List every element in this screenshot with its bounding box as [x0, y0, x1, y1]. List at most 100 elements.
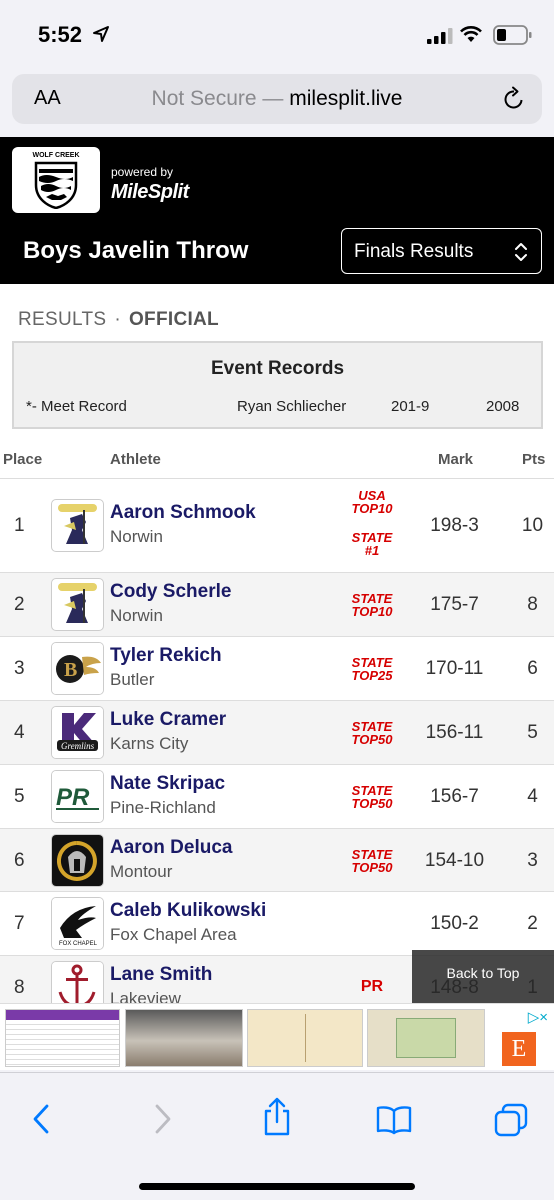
results-label: RESULTS [18, 309, 107, 330]
team-name-link[interactable]: Montour [110, 862, 172, 882]
ad-thumb-table[interactable] [5, 1009, 120, 1067]
athlete-name-link[interactable]: Aaron Schmook [110, 502, 256, 524]
etsy-logo[interactable]: E [502, 1032, 536, 1066]
col-header-place[interactable]: Place [3, 451, 42, 468]
address-bar[interactable]: AA Not Secure — milesplit.live [12, 74, 542, 124]
badge-line: PR [360, 978, 384, 995]
event-records-box: Event Records *- Meet Record Ryan Schlie… [12, 341, 543, 429]
athlete-name-link[interactable]: Cody Scherle [110, 581, 231, 603]
table-row[interactable]: 4 Gremlins Luke Cramer Karns City STATE TOP50… [0, 700, 554, 764]
mark-cell: 170-11 [425, 658, 484, 679]
mark-cell: 156-7 [430, 786, 479, 807]
points-cell: 6 [527, 658, 538, 679]
mark-cell: 156-11 [425, 722, 484, 743]
ranking-badge[interactable]: STATE TOP50 [345, 720, 399, 746]
milesplit-logo[interactable]: MileSplit [111, 181, 189, 204]
results-status: RESULTS · OFFICIAL [18, 309, 219, 330]
badge-line: TOP10 [351, 604, 393, 619]
team-name-link[interactable]: Lakeview [110, 989, 181, 1003]
ad-thumb-room[interactable] [125, 1009, 243, 1067]
table-row[interactable]: 3 B Tyler Rekich Butler STATE TOP25 170-11 6 [0, 636, 554, 700]
back-to-top-button[interactable]: Back to Top [412, 950, 554, 1003]
cellular-signal-icon [427, 28, 453, 44]
table-row[interactable]: 7 FOX CHAPEL Caleb Kulikowski Fox Chapel Ar… [0, 891, 554, 955]
badge-line: TOP10 [351, 501, 393, 516]
reload-icon[interactable] [502, 86, 526, 112]
svg-text:FOX CHAPEL: FOX CHAPEL [59, 941, 98, 947]
place-cell: 7 [14, 913, 25, 934]
ranking-badge[interactable]: STATE TOP25 [345, 656, 399, 682]
mark-cell: 175-7 [430, 594, 479, 615]
place-cell: 8 [14, 977, 25, 998]
select-updown-icon [515, 243, 527, 261]
table-row[interactable]: 2 Cody Scherle Norwin STATE TOP10 175-7 8 [0, 572, 554, 636]
spartan-icon[interactable] [51, 834, 104, 887]
records-title: Event Records [210, 358, 345, 379]
points-cell: 3 [527, 850, 538, 871]
athlete-name-link[interactable]: Caleb Kulikowski [110, 900, 266, 922]
mark-cell: 198-3 [430, 515, 479, 536]
svg-text:Gremlins: Gremlins [61, 741, 95, 751]
event-header: WOLF CREEK powered by MileSplit Boys Jav… [0, 137, 554, 284]
powered-by-label: powered by [111, 165, 174, 179]
ranking-badge[interactable]: STATE TOP10 [345, 592, 399, 618]
team-name-link[interactable]: Karns City [110, 734, 188, 754]
url-display[interactable]: Not Secure — milesplit.live [12, 87, 542, 111]
athlete-name-link[interactable]: Aaron Deluca [110, 837, 232, 859]
wifi-icon [460, 26, 482, 42]
back-icon[interactable] [30, 1103, 54, 1135]
badge-line: #1 [364, 543, 380, 558]
team-name-link[interactable]: Fox Chapel Area [110, 925, 237, 945]
col-header-athlete[interactable]: Athlete [110, 451, 161, 468]
ad-thumb-map[interactable] [367, 1009, 485, 1067]
round-select[interactable]: Finals Results [341, 228, 542, 274]
record-year: 2008 [486, 398, 520, 415]
battery-icon [493, 25, 532, 45]
share-icon[interactable] [262, 1097, 292, 1137]
col-header-mark[interactable]: Mark [438, 451, 473, 468]
ranking-badge[interactable]: STATE TOP50 [345, 848, 399, 874]
points-cell: 8 [527, 594, 538, 615]
place-cell: 4 [14, 722, 25, 743]
points-cell: 2 [527, 913, 538, 934]
ranking-badge[interactable]: PR [345, 978, 399, 995]
ranking-badge[interactable]: USA TOP10 STATE #1 [345, 489, 399, 557]
place-cell: 2 [14, 594, 25, 615]
k-gremlins-icon[interactable]: Gremlins [51, 706, 104, 759]
forward-icon[interactable] [150, 1103, 174, 1135]
knight-icon[interactable] [51, 499, 104, 552]
clock: 5:52 [38, 22, 83, 47]
record-type: *- Meet Record [26, 398, 127, 415]
knight-icon[interactable] [51, 578, 104, 631]
athlete-name-link[interactable]: Lane Smith [110, 964, 212, 986]
pr-icon[interactable]: PR [51, 770, 104, 823]
athlete-name-link[interactable]: Luke Cramer [110, 709, 226, 731]
team-name-link[interactable]: Pine-Richland [110, 798, 216, 818]
winged-foot-icon[interactable]: FOX CHAPEL [51, 897, 104, 950]
ad-choices-icon[interactable]: ▷× [528, 1008, 548, 1026]
tabs-icon[interactable] [494, 1103, 528, 1137]
athlete-name-link[interactable]: Nate Skripac [110, 773, 225, 795]
team-name-link[interactable]: Butler [110, 670, 154, 690]
badge-line: TOP25 [351, 668, 393, 683]
table-row[interactable]: 5 PR Nate Skripac Pine-Richland STATE TOP50 15… [0, 764, 554, 828]
ad-banner[interactable]: ▷× E [0, 1003, 554, 1070]
col-header-pts[interactable]: Pts [522, 451, 545, 468]
domain-label: milesplit.live [289, 87, 403, 110]
winged-b-icon[interactable]: B [51, 642, 104, 695]
team-name-link[interactable]: Norwin [110, 606, 163, 626]
points-cell: 4 [527, 786, 538, 807]
badge-line: TOP50 [351, 732, 393, 747]
athlete-name-link[interactable]: Tyler Rekich [110, 645, 222, 667]
wolf-creek-logo[interactable]: WOLF CREEK [12, 147, 100, 213]
location-arrow-icon [93, 26, 109, 42]
svg-text:PR: PR [56, 784, 90, 811]
table-row[interactable]: 6 Aaron Deluca Montour STATE TOP50 154-10 3 [0, 828, 554, 891]
table-row[interactable]: 1 Aaron Schmook Norwin USA TOP10 STATE #1 198-3… [0, 478, 554, 572]
badge-line: TOP50 [351, 796, 393, 811]
anchor-icon[interactable] [51, 961, 104, 1003]
ad-thumb-paper[interactable] [247, 1009, 363, 1067]
ranking-badge[interactable]: STATE TOP50 [345, 784, 399, 810]
bookmarks-icon[interactable] [376, 1105, 412, 1135]
team-name-link[interactable]: Norwin [110, 527, 163, 547]
